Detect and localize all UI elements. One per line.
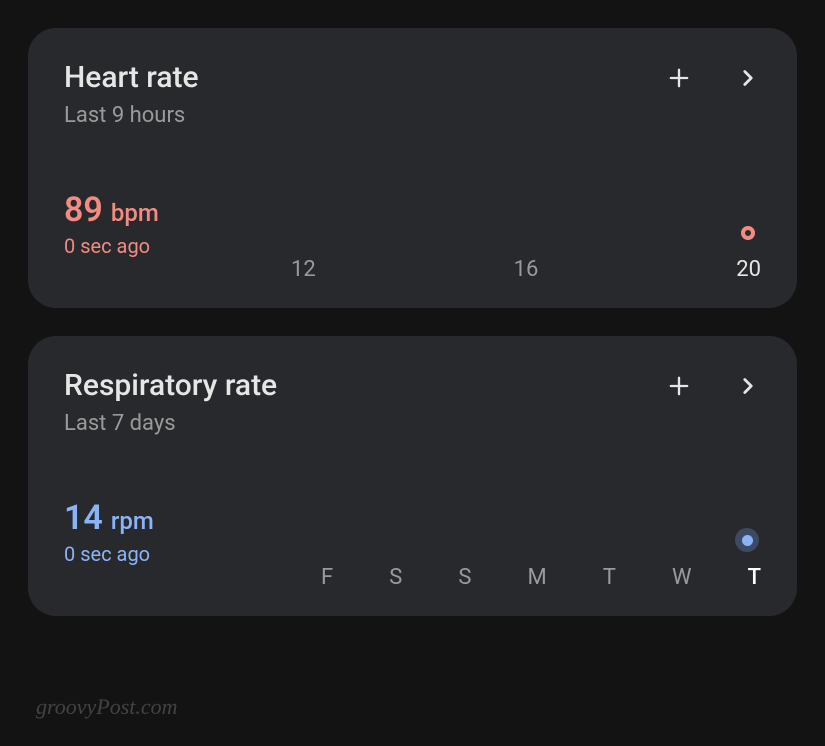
card-header: Respiratory rate Last 7 days	[64, 368, 761, 436]
title-group: Heart rate Last 9 hours	[64, 60, 199, 128]
axis-tick: T	[603, 565, 616, 590]
card-actions	[665, 60, 761, 92]
axis-tick: 12	[291, 257, 316, 282]
card-actions	[665, 368, 761, 400]
plus-icon[interactable]	[665, 372, 693, 400]
value-row: 14 rpm	[64, 498, 761, 538]
axis-tick: T	[748, 565, 761, 590]
value-row: 89 bpm	[64, 190, 761, 230]
axis-tick: 20	[736, 257, 761, 282]
axis-tick: 16	[514, 257, 539, 282]
heart-data-marker	[741, 226, 755, 240]
card-subtitle: Last 7 days	[64, 411, 277, 436]
heart-value: 89	[64, 190, 103, 230]
axis-tick: W	[672, 565, 692, 590]
chevron-right-icon[interactable]	[735, 65, 761, 91]
plus-icon[interactable]	[665, 64, 693, 92]
card-title: Respiratory rate	[64, 368, 277, 403]
heart-rate-card[interactable]: Heart rate Last 9 hours 89 bpm 0 sec ago…	[28, 28, 797, 308]
axis-tick: S	[389, 565, 402, 590]
resp-unit: rpm	[111, 507, 154, 535]
heart-unit: bpm	[111, 199, 159, 227]
card-subtitle: Last 9 hours	[64, 103, 199, 128]
axis-tick: S	[458, 565, 471, 590]
axis-tick: F	[321, 565, 333, 590]
resp-timestamp: 0 sec ago	[64, 542, 761, 566]
resp-data-marker	[735, 528, 759, 552]
card-body: 89 bpm 0 sec ago 12 16 20	[64, 190, 761, 280]
resp-value: 14	[64, 498, 103, 538]
axis-tick: M	[527, 565, 546, 590]
heart-timestamp: 0 sec ago	[64, 234, 761, 258]
watermark: groovyPost.com	[36, 694, 178, 720]
card-title: Heart rate	[64, 60, 199, 95]
title-group: Respiratory rate Last 7 days	[64, 368, 277, 436]
card-body: 14 rpm 0 sec ago F S S M T W T	[64, 498, 761, 588]
card-header: Heart rate Last 9 hours	[64, 60, 761, 128]
heart-axis: 12 16 20	[291, 257, 761, 282]
resp-axis: F S S M T W T	[321, 565, 761, 590]
chevron-right-icon[interactable]	[735, 373, 761, 399]
respiratory-rate-card[interactable]: Respiratory rate Last 7 days 14 rpm 0 se…	[28, 336, 797, 616]
